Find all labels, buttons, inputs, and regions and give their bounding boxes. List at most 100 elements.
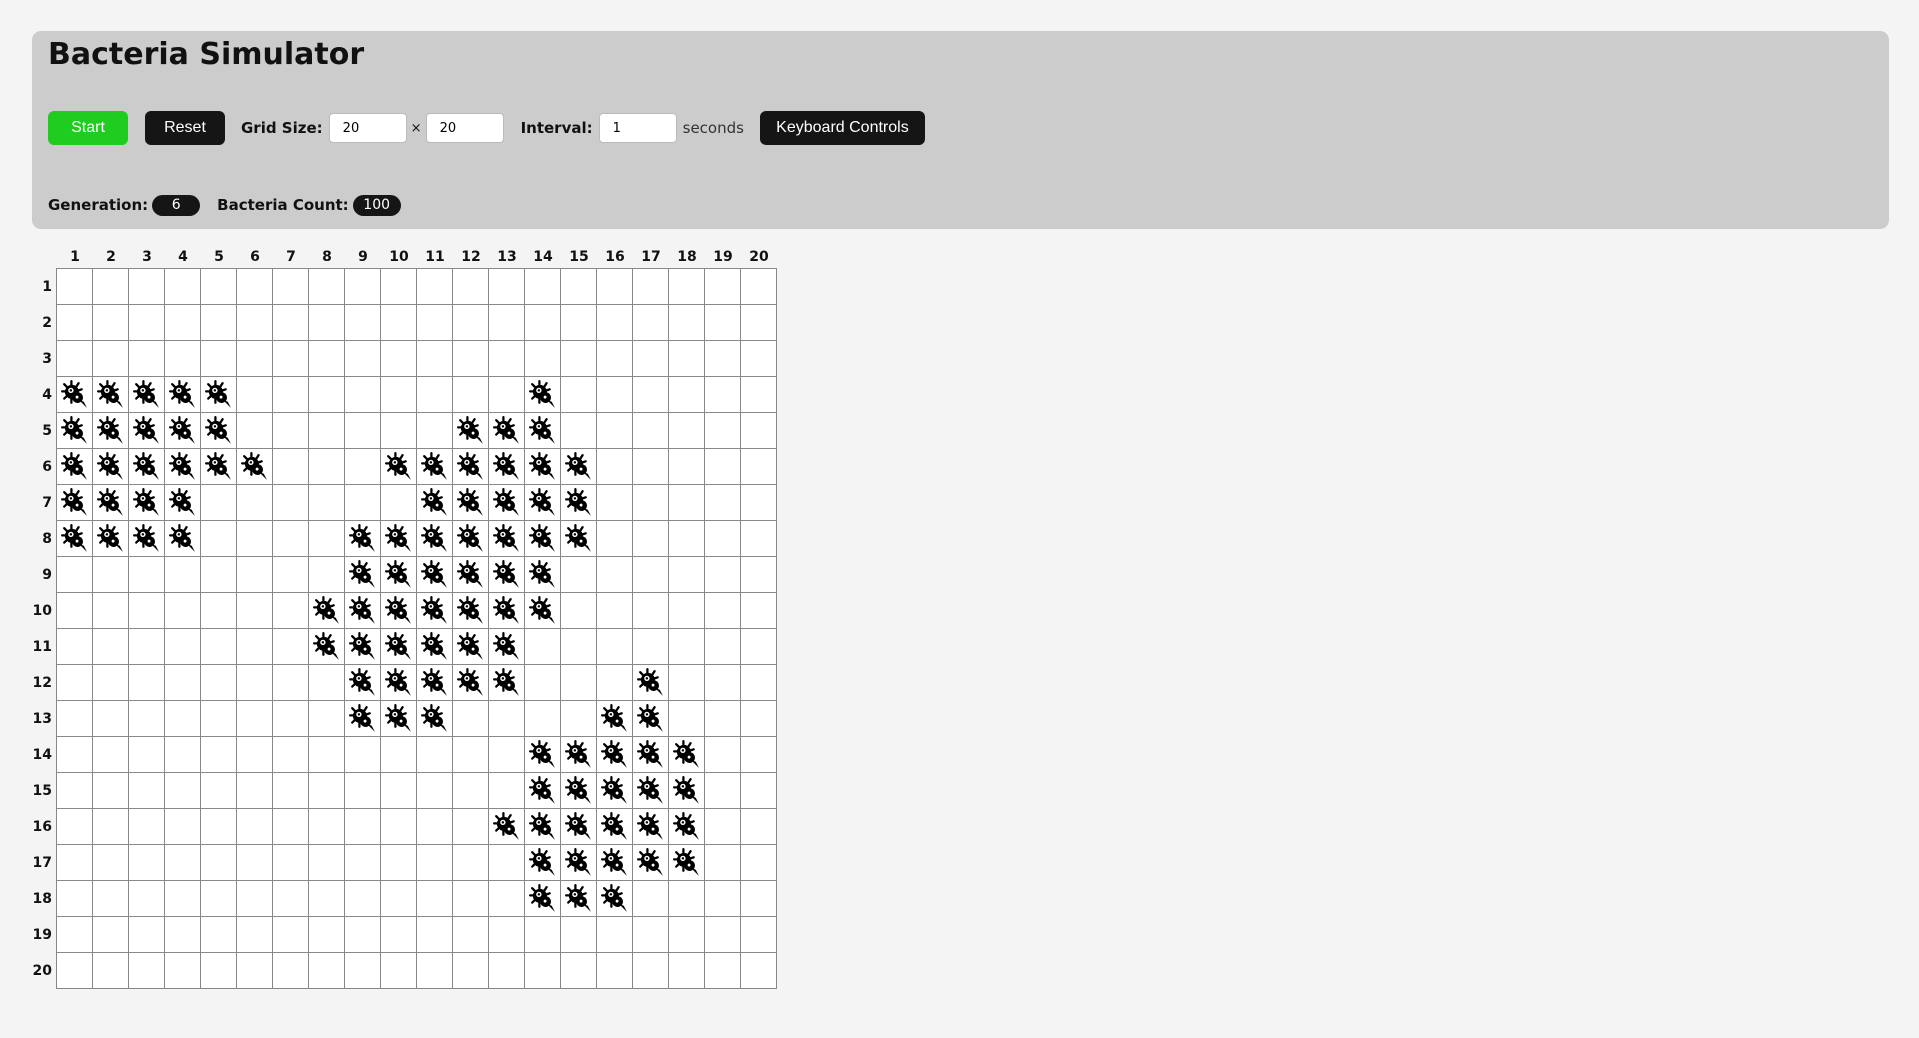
grid-cell[interactable] — [165, 665, 201, 701]
grid-cell[interactable] — [453, 305, 489, 341]
grid-cell[interactable] — [741, 485, 777, 521]
grid-cell[interactable] — [561, 629, 597, 665]
grid-cell[interactable] — [201, 629, 237, 665]
grid-cell[interactable] — [273, 485, 309, 521]
grid-cell[interactable] — [273, 377, 309, 413]
grid-cell[interactable] — [597, 629, 633, 665]
grid-cell[interactable] — [201, 413, 237, 449]
grid-cell[interactable] — [309, 269, 345, 305]
grid-cell[interactable] — [705, 557, 741, 593]
grid-cell[interactable] — [273, 413, 309, 449]
grid-cell[interactable] — [381, 737, 417, 773]
grid-cell[interactable] — [93, 701, 129, 737]
grid-cell[interactable] — [273, 953, 309, 989]
grid-cell[interactable] — [309, 917, 345, 953]
grid-cell[interactable] — [453, 413, 489, 449]
grid-cell[interactable] — [417, 665, 453, 701]
grid-cell[interactable] — [57, 845, 93, 881]
grid-cell[interactable] — [201, 557, 237, 593]
grid-cell[interactable] — [633, 269, 669, 305]
grid-cell[interactable] — [669, 269, 705, 305]
grid-cell[interactable] — [57, 629, 93, 665]
grid-cell[interactable] — [273, 809, 309, 845]
grid-cell[interactable] — [417, 629, 453, 665]
grid-cell[interactable] — [669, 521, 705, 557]
grid-cell[interactable] — [525, 593, 561, 629]
grid-cell[interactable] — [417, 269, 453, 305]
grid-cell[interactable] — [633, 845, 669, 881]
grid-cell[interactable] — [705, 593, 741, 629]
grid-cell[interactable] — [93, 917, 129, 953]
grid-cell[interactable] — [273, 845, 309, 881]
grid-cell[interactable] — [453, 917, 489, 953]
grid-cell[interactable] — [57, 593, 93, 629]
grid-cell[interactable] — [741, 773, 777, 809]
grid-cell[interactable] — [309, 521, 345, 557]
grid-cell[interactable] — [237, 773, 273, 809]
grid-cell[interactable] — [417, 413, 453, 449]
grid-cell[interactable] — [381, 413, 417, 449]
grid-cell[interactable] — [201, 593, 237, 629]
grid-cell[interactable] — [273, 557, 309, 593]
grid-cell[interactable] — [741, 557, 777, 593]
grid-cell[interactable] — [669, 845, 705, 881]
grid-cell[interactable] — [129, 449, 165, 485]
grid-cell[interactable] — [309, 701, 345, 737]
grid-cell[interactable] — [93, 269, 129, 305]
grid-cell[interactable] — [453, 773, 489, 809]
grid-cell[interactable] — [381, 557, 417, 593]
grid-cell[interactable] — [705, 917, 741, 953]
grid-cell[interactable] — [489, 809, 525, 845]
grid-cell[interactable] — [741, 629, 777, 665]
grid-cell[interactable] — [381, 377, 417, 413]
grid-cell[interactable] — [561, 521, 597, 557]
grid-cell[interactable] — [273, 521, 309, 557]
grid-cell[interactable] — [165, 341, 201, 377]
grid-cell[interactable] — [93, 809, 129, 845]
grid-cell[interactable] — [57, 449, 93, 485]
grid-cell[interactable] — [129, 593, 165, 629]
grid-cell[interactable] — [381, 269, 417, 305]
grid-cell[interactable] — [417, 917, 453, 953]
grid-cell[interactable] — [345, 269, 381, 305]
grid-cell[interactable] — [669, 557, 705, 593]
grid-cell[interactable] — [165, 701, 201, 737]
grid-cell[interactable] — [669, 773, 705, 809]
grid-cell[interactable] — [345, 953, 381, 989]
grid-cell[interactable] — [633, 953, 669, 989]
grid-cell[interactable] — [453, 665, 489, 701]
grid-cell[interactable] — [93, 881, 129, 917]
grid-cell[interactable] — [345, 521, 381, 557]
grid-cell[interactable] — [201, 485, 237, 521]
grid-cell[interactable] — [309, 449, 345, 485]
grid-cell[interactable] — [129, 773, 165, 809]
grid-cell[interactable] — [561, 305, 597, 341]
grid-cell[interactable] — [57, 737, 93, 773]
grid-cell[interactable] — [525, 557, 561, 593]
grid-cell[interactable] — [201, 809, 237, 845]
grid-cell[interactable] — [237, 593, 273, 629]
grid-cell[interactable] — [201, 377, 237, 413]
grid-cell[interactable] — [705, 845, 741, 881]
grid-cell[interactable] — [453, 521, 489, 557]
grid-cell[interactable] — [381, 809, 417, 845]
grid-cell[interactable] — [57, 665, 93, 701]
grid-cell[interactable] — [705, 665, 741, 701]
grid-cell[interactable] — [57, 701, 93, 737]
grid-cell[interactable] — [165, 917, 201, 953]
grid-cell[interactable] — [201, 701, 237, 737]
grid-cell[interactable] — [453, 701, 489, 737]
grid-cell[interactable] — [525, 737, 561, 773]
grid-cell[interactable] — [237, 737, 273, 773]
grid-cell[interactable] — [165, 449, 201, 485]
grid-cell[interactable] — [93, 485, 129, 521]
grid-cell[interactable] — [453, 557, 489, 593]
grid-cell[interactable] — [705, 449, 741, 485]
grid-cell[interactable] — [237, 485, 273, 521]
grid-cell[interactable] — [273, 269, 309, 305]
grid-cell[interactable] — [705, 953, 741, 989]
grid-cell[interactable] — [129, 809, 165, 845]
grid-cell[interactable] — [165, 521, 201, 557]
grid-cell[interactable] — [705, 809, 741, 845]
grid-cell[interactable] — [453, 737, 489, 773]
